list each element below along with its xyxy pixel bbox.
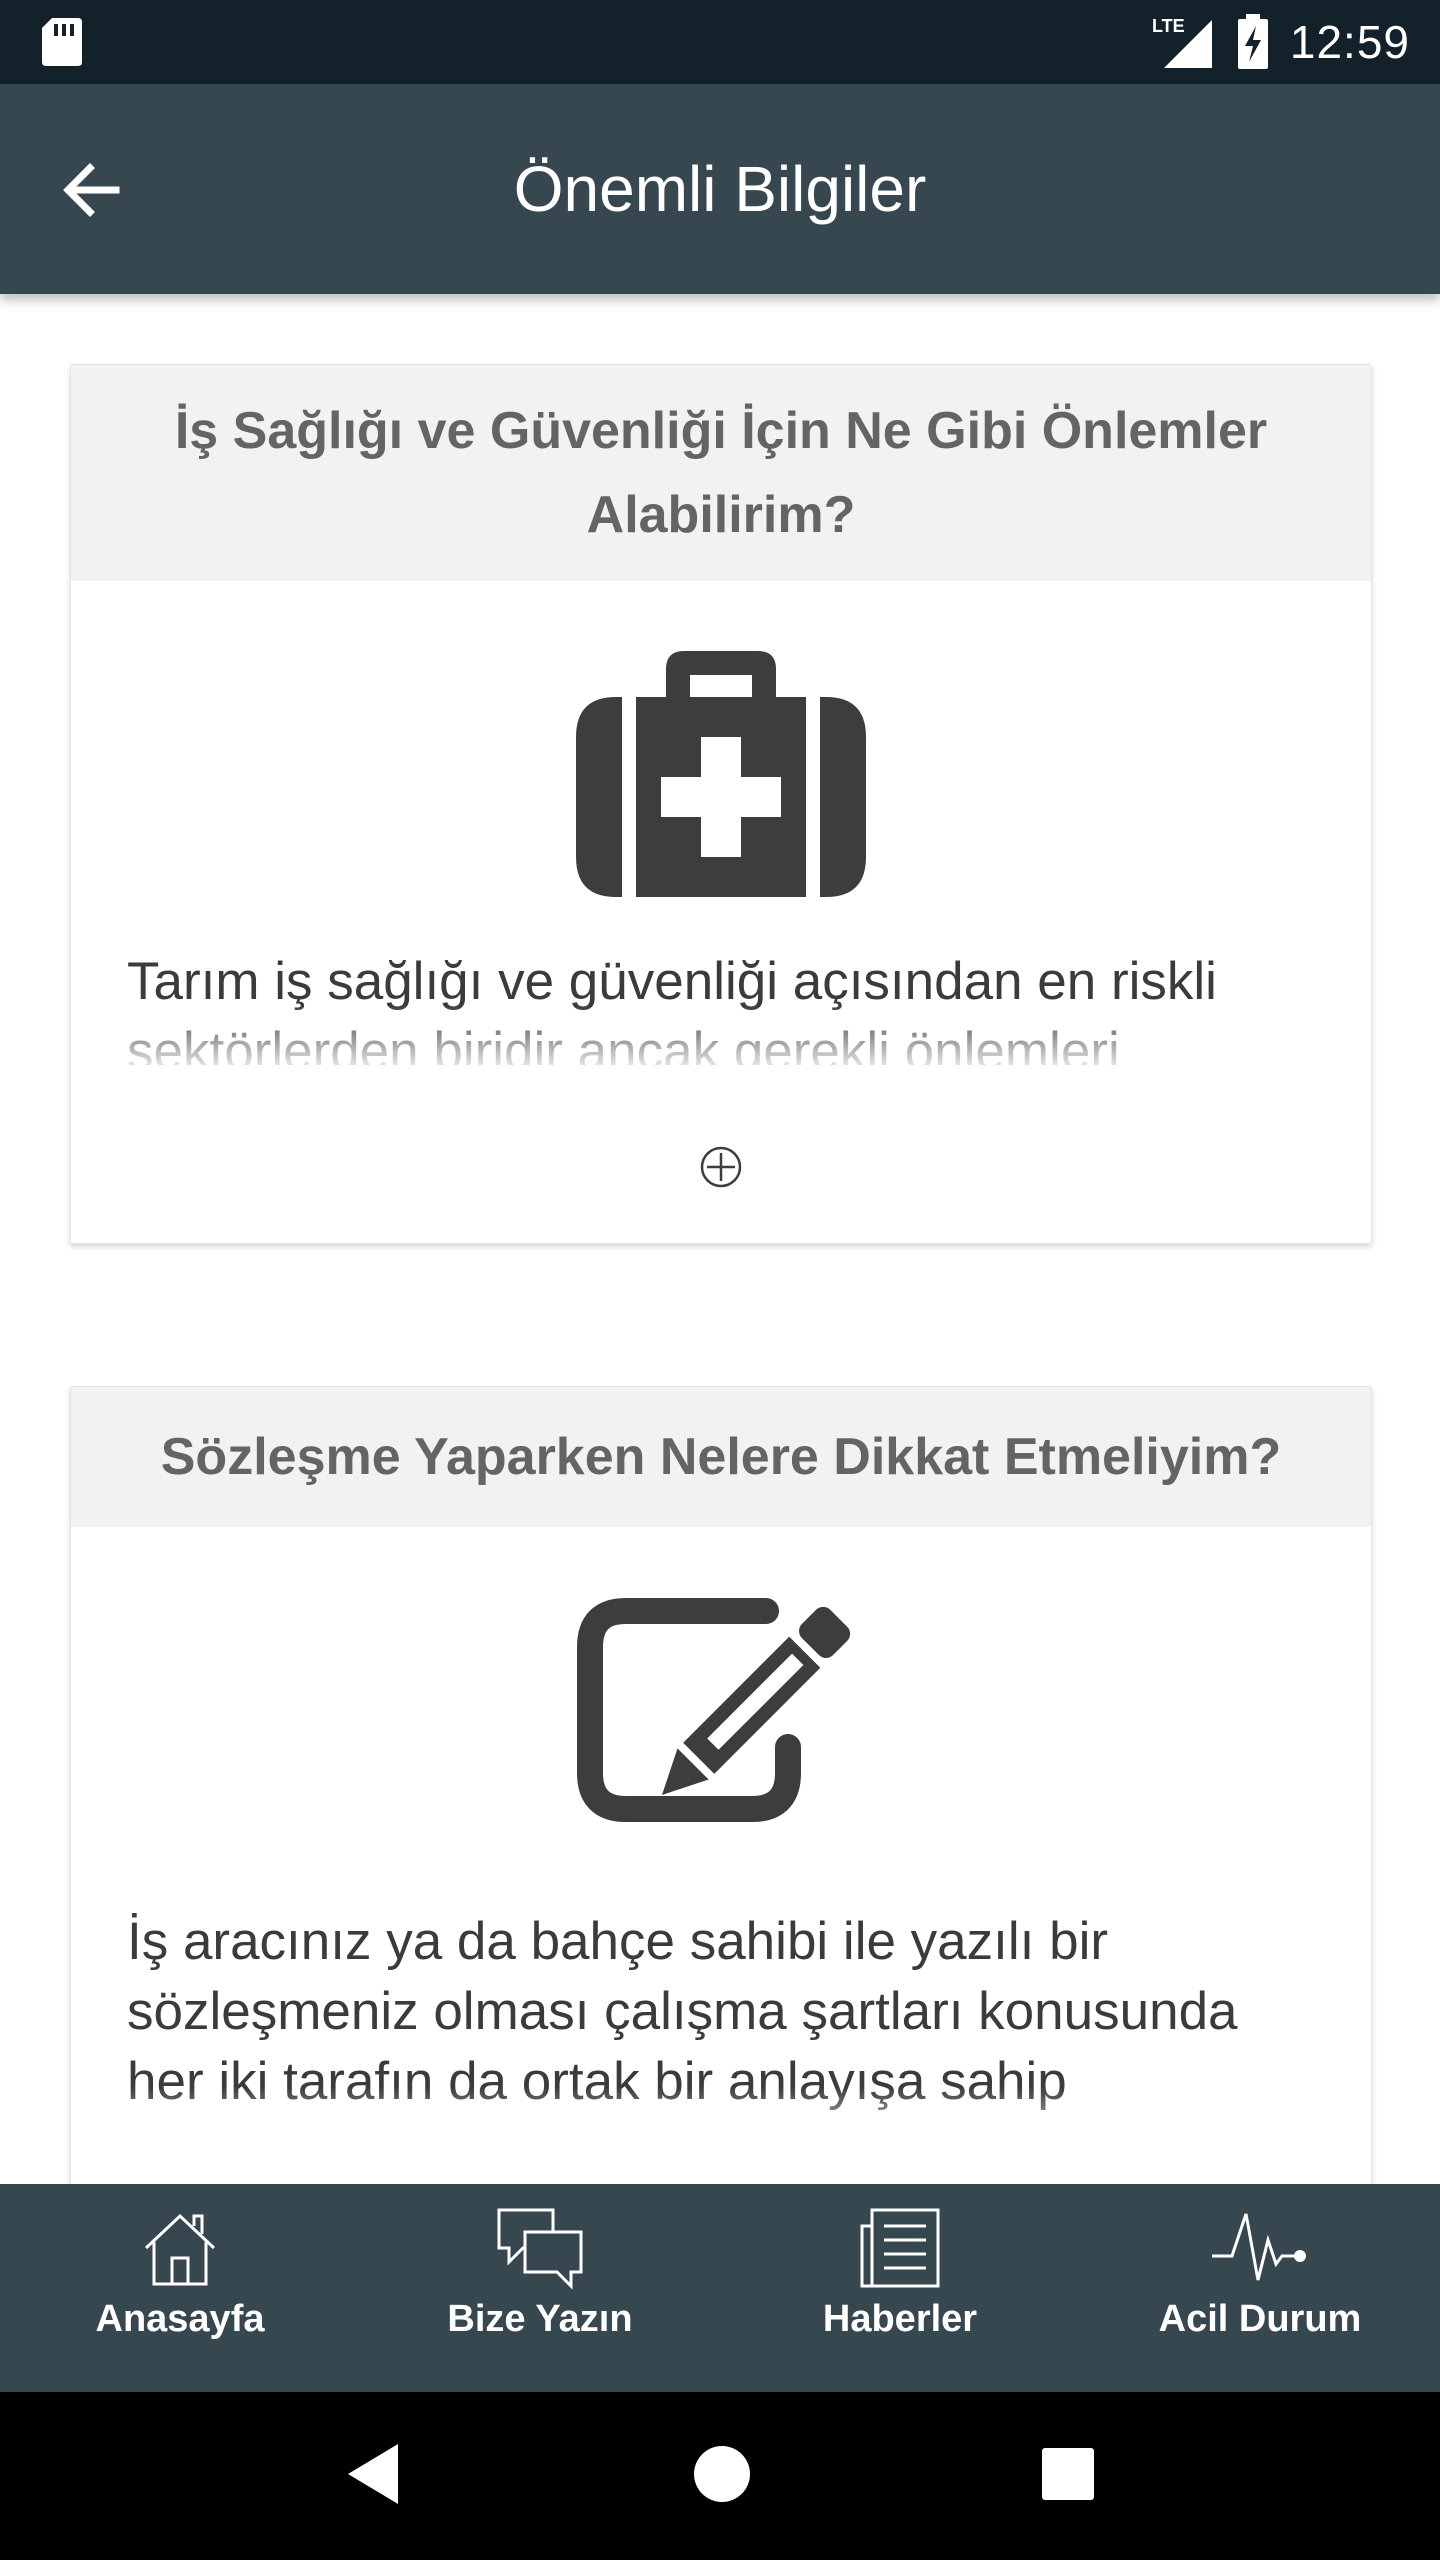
back-triangle-icon[interactable]: [344, 2442, 404, 2506]
info-card[interactable]: Sözleşme Yaparken Nelere Dikkat Etmeliyi…: [70, 1386, 1372, 2184]
heartbeat-icon: [1212, 2213, 1306, 2281]
bottom-navigation: Anasayfa Bize Yazın Haberler Acil Durum: [0, 2184, 1440, 2392]
home-icon: [144, 2213, 216, 2286]
text-fade: [71, 1005, 1371, 1065]
card-icon-wrapper: [71, 581, 1371, 947]
sd-card-icon: [42, 18, 82, 66]
status-bar: LTE 12:59: [0, 0, 1440, 84]
card-text: Tarım iş sağlığı ve güvenliği açısından …: [71, 947, 1371, 1065]
nav-label: Bize Yazın: [447, 2298, 633, 2340]
nav-label: Anasayfa: [95, 2298, 265, 2340]
battery-charging-icon: [1237, 14, 1268, 69]
signal-icon: LTE: [1152, 16, 1212, 68]
edit-icon: [577, 1598, 851, 1822]
plus-circle-icon[interactable]: [699, 1145, 743, 1189]
nav-item-contact[interactable]: Bize Yazın: [360, 2184, 720, 2392]
system-back-button[interactable]: [344, 2442, 404, 2511]
recents-square-icon[interactable]: [1040, 2446, 1096, 2502]
system-home-button[interactable]: [692, 2444, 752, 2509]
clock: 12:59: [1289, 16, 1410, 68]
chat-icon: [497, 2208, 583, 2290]
card-description: İş aracınız ya da bahçe sahibi ile yazıl…: [127, 1912, 1238, 2111]
text-fade: [71, 2087, 1371, 2147]
home-circle-icon[interactable]: [692, 2444, 752, 2504]
content-scroll-area[interactable]: İş Sağlığı ve Güvenliği İçin Ne Gibi Önl…: [0, 294, 1440, 2184]
info-card[interactable]: İş Sağlığı ve Güvenliği İçin Ne Gibi Önl…: [70, 364, 1372, 1244]
system-navigation-bar: [0, 2392, 1440, 2560]
expand-button[interactable]: [71, 1145, 1371, 1189]
card-title: Sözleşme Yaparken Nelere Dikkat Etmeliyi…: [71, 1387, 1371, 1527]
system-recents-button[interactable]: [1040, 2446, 1096, 2507]
news-icon: [860, 2208, 940, 2288]
nav-item-home[interactable]: Anasayfa: [0, 2184, 360, 2392]
card-text: İş aracınız ya da bahçe sahibi ile yazıl…: [71, 1907, 1371, 2147]
nav-label: Acil Durum: [1158, 2298, 1362, 2340]
network-label: LTE: [1152, 16, 1185, 36]
card-icon-wrapper: [71, 1527, 1371, 1907]
nav-label: Haberler: [822, 2298, 978, 2340]
nav-item-emergency[interactable]: Acil Durum: [1080, 2184, 1440, 2392]
card-title: İş Sağlığı ve Güvenliği İçin Ne Gibi Önl…: [71, 365, 1371, 581]
nav-item-news[interactable]: Haberler: [720, 2184, 1080, 2392]
app-bar: Önemli Bilgiler: [0, 84, 1440, 294]
page-title: Önemli Bilgiler: [513, 153, 927, 225]
medical-kit-icon: [576, 651, 866, 897]
